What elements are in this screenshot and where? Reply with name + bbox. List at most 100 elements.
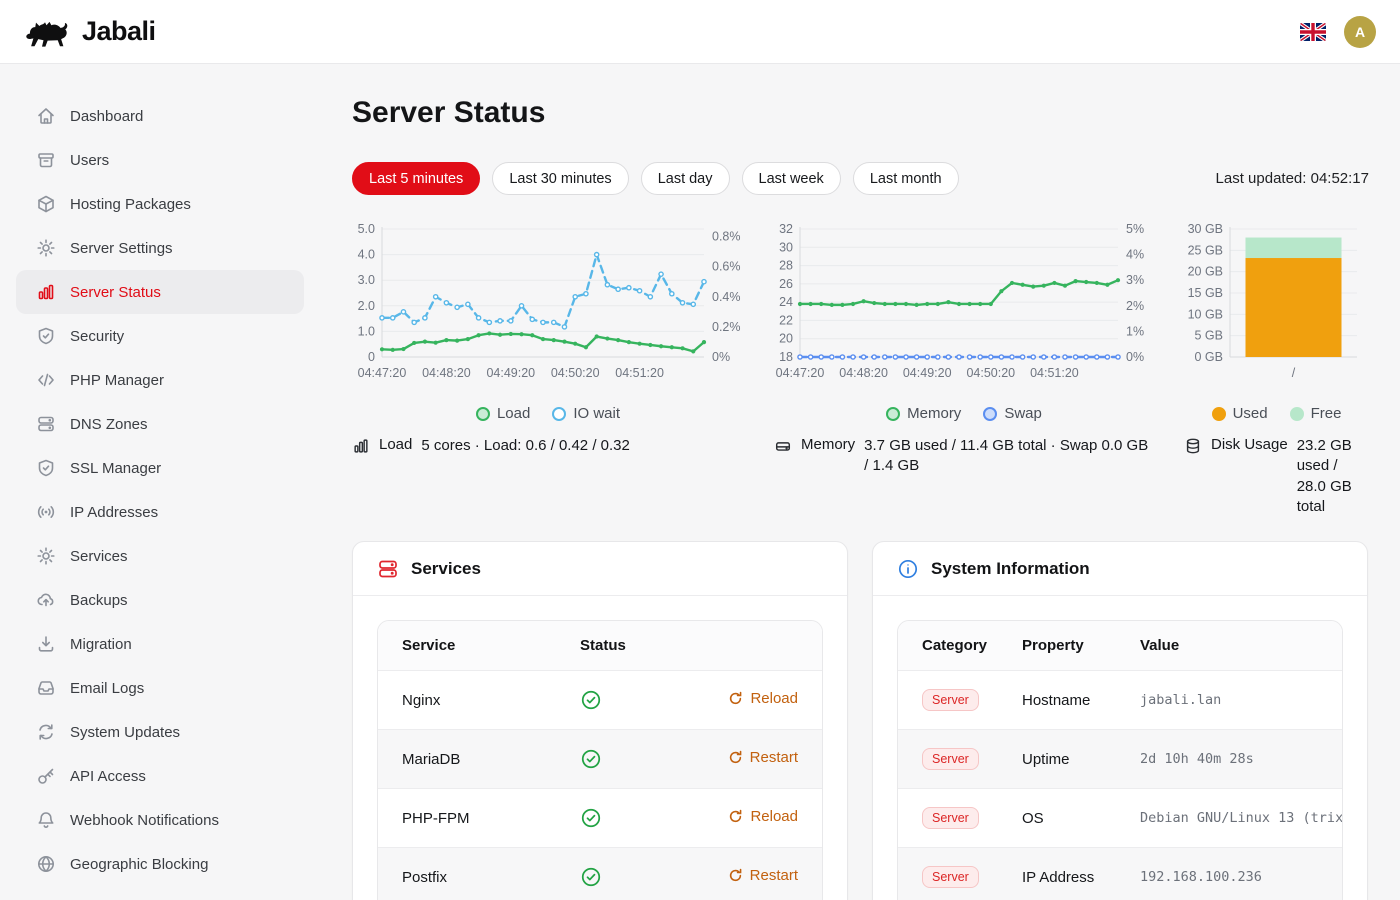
sidebar-item-server-status[interactable]: Server Status: [16, 270, 304, 314]
column-header-service: Service: [378, 621, 568, 671]
broadcast-icon: [36, 502, 56, 522]
svg-text:0%: 0%: [712, 350, 730, 364]
svg-text:0: 0: [368, 350, 375, 364]
cube-icon: [36, 194, 56, 214]
svg-text:0%: 0%: [1126, 350, 1144, 364]
property-name: Uptime: [1010, 730, 1128, 789]
server-stack-red-icon: [377, 558, 399, 580]
svg-text:2.0: 2.0: [358, 299, 375, 313]
svg-text:04:48:20: 04:48:20: [422, 366, 471, 380]
refresh-icon: [728, 750, 743, 765]
category-badge: Server: [922, 807, 979, 829]
property-value: 192.168.100.236: [1128, 848, 1342, 900]
svg-text:10 GB: 10 GB: [1188, 307, 1223, 321]
service-name: Postfix: [378, 848, 568, 900]
sidebar-item-security[interactable]: Security: [16, 314, 304, 358]
legend-load: Load: [476, 405, 530, 422]
key-icon: [36, 766, 56, 786]
category-badge: Server: [922, 748, 979, 770]
sidebar-item-ssl-manager[interactable]: SSL Manager: [16, 446, 304, 490]
top-bar: Jabali A: [0, 0, 1400, 64]
svg-text:5%: 5%: [1126, 222, 1144, 236]
svg-text:18: 18: [779, 350, 793, 364]
database-icon: [1184, 437, 1202, 455]
filter-last-day[interactable]: Last day: [641, 162, 730, 195]
memory-stat: Memory 3.7 GB used / 11.4 GB total · Swa…: [774, 436, 1154, 477]
filter-last-30-minutes[interactable]: Last 30 minutes: [492, 162, 628, 195]
sidebar-item-email-logs[interactable]: Email Logs: [16, 666, 304, 710]
service-row: MariaDB Restart: [378, 730, 822, 789]
svg-text:3%: 3%: [1126, 273, 1144, 287]
sidebar-item-ip-addresses[interactable]: IP Addresses: [16, 490, 304, 534]
service-row: Postfix Restart: [378, 848, 822, 900]
sidebar-item-php-manager[interactable]: PHP Manager: [16, 358, 304, 402]
language-flag-uk-icon[interactable]: [1300, 23, 1326, 41]
column-header-category: Category: [898, 621, 1010, 671]
property-value: Debian GNU/Linux 13 (trixie): [1128, 789, 1342, 848]
sidebar-item-geographic-blocking[interactable]: Geographic Blocking: [16, 842, 304, 886]
svg-text:28: 28: [779, 259, 793, 273]
property-value: 2d 10h 40m 28s: [1128, 730, 1342, 789]
svg-text:20: 20: [779, 332, 793, 346]
status-ok-icon: [580, 866, 684, 888]
boar-logo-icon: [24, 15, 72, 49]
brand-logo[interactable]: Jabali: [24, 15, 156, 49]
disk-chart: 0 GB5 GB10 GB15 GB20 GB25 GB30 GB/ UsedF…: [1184, 221, 1369, 517]
bell-icon: [36, 810, 56, 830]
page-title: Server Status: [352, 96, 1369, 130]
load-chart: 01.02.03.04.05.00%0.2%0.4%0.6%0.8%04:47:…: [352, 221, 744, 517]
sidebar: Dashboard Users Hosting Packages Server …: [0, 64, 320, 900]
filter-last-week[interactable]: Last week: [742, 162, 841, 195]
sidebar-item-dns-zones[interactable]: DNS Zones: [16, 402, 304, 446]
disk-chart-plot: 0 GB5 GB10 GB15 GB20 GB25 GB30 GB/: [1184, 221, 1369, 399]
sidebar-item-api-access[interactable]: API Access: [16, 754, 304, 798]
sidebar-item-server-settings[interactable]: Server Settings: [16, 226, 304, 270]
restart-mariadb-link[interactable]: Restart: [728, 749, 798, 766]
status-ok-icon: [580, 748, 684, 770]
legend-swap: Swap: [983, 405, 1042, 422]
time-filter-bar: Last 5 minutes Last 30 minutes Last day Las…: [352, 162, 1369, 195]
system-info-row: Server OS Debian GNU/Linux 13 (trixie): [898, 789, 1342, 848]
sidebar-item-users[interactable]: Users: [16, 138, 304, 182]
svg-text:3.0: 3.0: [358, 273, 375, 287]
avatar[interactable]: A: [1344, 16, 1376, 48]
sidebar-item-migration[interactable]: Migration: [16, 622, 304, 666]
sidebar-item-system-updates[interactable]: System Updates: [16, 710, 304, 754]
inbox-icon: [36, 678, 56, 698]
svg-text:2%: 2%: [1126, 299, 1144, 313]
svg-text:04:49:20: 04:49:20: [903, 366, 952, 380]
sidebar-item-webhook-notifications[interactable]: Webhook Notifications: [16, 798, 304, 842]
svg-text:15 GB: 15 GB: [1188, 286, 1223, 300]
filter-last-month[interactable]: Last month: [853, 162, 959, 195]
svg-text:1%: 1%: [1126, 324, 1144, 338]
svg-text:30: 30: [779, 240, 793, 254]
globe-icon: [36, 854, 56, 874]
sidebar-item-services[interactable]: Services: [16, 534, 304, 578]
column-header-property: Property: [1010, 621, 1128, 671]
svg-text:0.8%: 0.8%: [712, 230, 741, 244]
reload-php-fpm-link[interactable]: Reload: [728, 808, 798, 825]
svg-text:04:47:20: 04:47:20: [358, 366, 407, 380]
shield-check-icon: [36, 458, 56, 478]
filter-last-5-minutes[interactable]: Last 5 minutes: [352, 162, 480, 195]
cloud-upload-icon: [36, 590, 56, 610]
system-information-card: System Information Category Property Val…: [872, 541, 1368, 900]
system-info-card-title: System Information: [931, 559, 1090, 579]
home-icon: [36, 106, 56, 126]
category-badge: Server: [922, 866, 979, 888]
download-icon: [36, 634, 56, 654]
status-ok-icon: [580, 807, 684, 829]
refresh-icon: [36, 722, 56, 742]
refresh-icon: [728, 868, 743, 883]
column-header-status: Status: [568, 621, 696, 671]
sidebar-item-dashboard[interactable]: Dashboard: [16, 94, 304, 138]
system-info-table: Category Property Value Server Hostname …: [898, 621, 1342, 900]
gear-icon: [36, 238, 56, 258]
svg-text:25 GB: 25 GB: [1188, 243, 1223, 257]
restart-postfix-link[interactable]: Restart: [728, 867, 798, 884]
last-updated-text: Last updated: 04:52:17: [1216, 170, 1369, 187]
sidebar-item-hosting-packages[interactable]: Hosting Packages: [16, 182, 304, 226]
sidebar-item-backups[interactable]: Backups: [16, 578, 304, 622]
reload-nginx-link[interactable]: Reload: [728, 690, 798, 707]
main-content: Server Status Last 5 minutes Last 30 minu…: [320, 64, 1400, 900]
